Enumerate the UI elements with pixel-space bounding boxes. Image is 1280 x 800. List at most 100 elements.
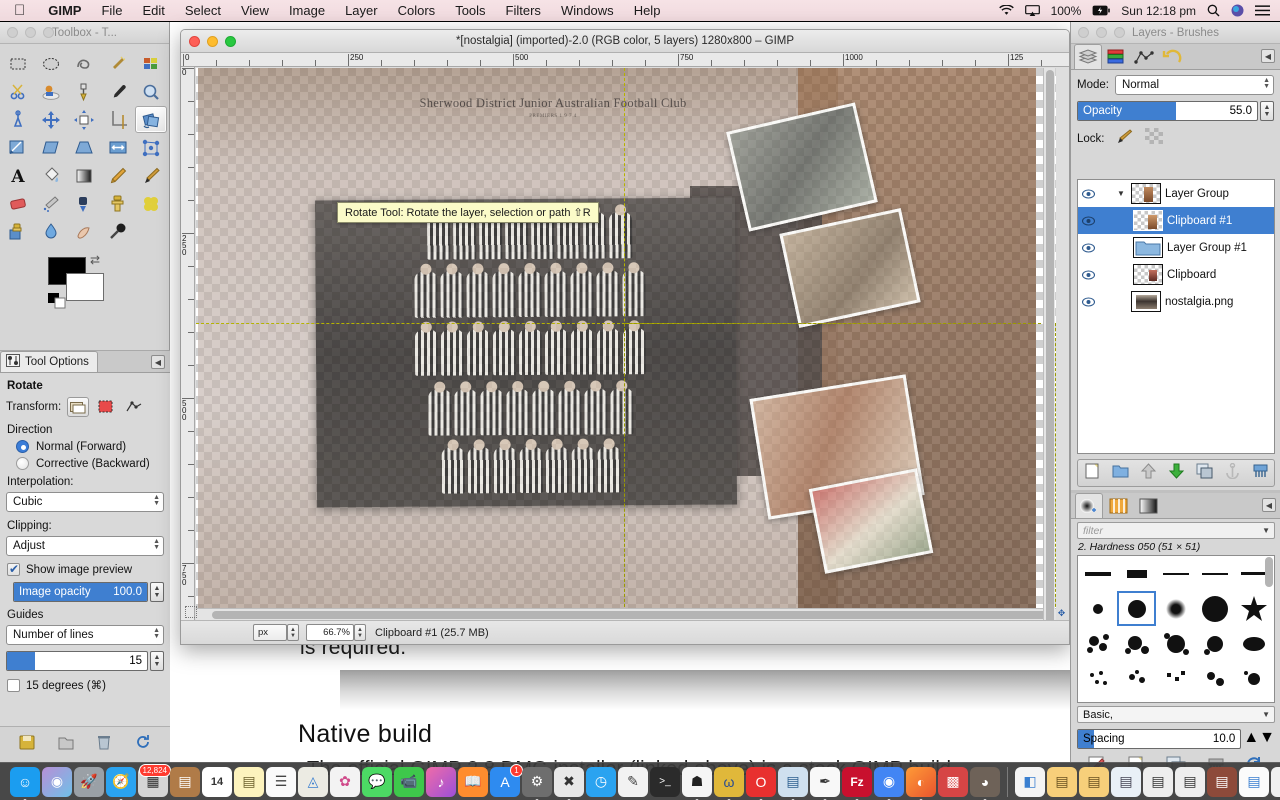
layers-tab[interactable] bbox=[1074, 44, 1102, 69]
brush-item[interactable] bbox=[1078, 696, 1117, 702]
vertical-ruler[interactable]: 0 250 500 750 bbox=[181, 67, 195, 632]
menu-item-filters[interactable]: Filters bbox=[496, 3, 551, 18]
number-of-lines-row[interactable]: 15 ▲ ▼ bbox=[6, 651, 164, 671]
brush-item[interactable] bbox=[1156, 696, 1195, 702]
layer-row-layer-group[interactable]: ▼ Layer Group bbox=[1078, 180, 1274, 207]
brush-item[interactable] bbox=[1117, 556, 1156, 591]
anchor-layer-button[interactable] bbox=[1224, 462, 1241, 484]
paths-tool[interactable] bbox=[68, 78, 100, 105]
brush-spacing-row[interactable]: Spacing 10.0 ▲▼ bbox=[1077, 729, 1275, 749]
contacts-icon[interactable]: ▤ bbox=[170, 766, 200, 797]
image-window-titlebar[interactable]: *[nostalgia] (imported)-2.0 (RGB color, … bbox=[181, 30, 1069, 53]
minimized-window-3[interactable]: ▤ bbox=[1111, 766, 1141, 797]
brush-item[interactable] bbox=[1078, 591, 1117, 626]
canvas-horizontal-scrollbar[interactable] bbox=[196, 608, 1056, 620]
canvas-vertical-scrollbar[interactable] bbox=[1043, 68, 1055, 632]
wifi-icon[interactable] bbox=[998, 5, 1014, 16]
direction-option-corrective[interactable]: Corrective (Backward) bbox=[16, 457, 164, 470]
maps-icon[interactable]: ◬ bbox=[298, 766, 328, 797]
reset-tool-options-button[interactable] bbox=[134, 733, 152, 756]
toolbox-titlebar[interactable]: Toolbox - T... bbox=[0, 22, 169, 44]
scale-tool[interactable] bbox=[2, 134, 34, 161]
interpolation-select[interactable]: Cubic ▲ ▼ bbox=[6, 492, 164, 512]
brush-item[interactable] bbox=[1156, 556, 1195, 591]
brush-item[interactable] bbox=[1235, 661, 1274, 696]
ink-tool[interactable] bbox=[68, 190, 100, 217]
brush-filter-input[interactable]: filter ▼ bbox=[1077, 522, 1275, 539]
brush-item[interactable] bbox=[1156, 591, 1195, 626]
siri-icon[interactable] bbox=[1231, 4, 1244, 17]
new-layer-group-button[interactable] bbox=[1112, 463, 1129, 484]
restore-tool-options-button[interactable] bbox=[57, 733, 75, 756]
save-tool-options-button[interactable] bbox=[18, 733, 36, 756]
lock-alpha-button[interactable] bbox=[1144, 128, 1163, 149]
clipping-select[interactable]: Adjust ▲ ▼ bbox=[6, 536, 164, 556]
guides-spin-icon[interactable]: ▲ ▼ bbox=[153, 627, 160, 640]
swap-colors-icon[interactable]: ⇄ bbox=[90, 253, 100, 267]
brushes-collapse-button[interactable]: ◀ bbox=[1262, 498, 1276, 512]
gradients-tab[interactable] bbox=[1135, 493, 1163, 518]
smudge-tool[interactable] bbox=[68, 218, 100, 245]
scissors-select-tool[interactable] bbox=[2, 78, 34, 105]
brush-item[interactable] bbox=[1156, 626, 1195, 661]
menu-item-gimp[interactable]: GIMP bbox=[38, 3, 91, 18]
menubar-clock[interactable]: Sun 12:18 pm bbox=[1121, 4, 1196, 18]
notification-center-icon[interactable] bbox=[1255, 5, 1270, 16]
shear-tool[interactable] bbox=[35, 134, 67, 161]
airbrush-tool[interactable] bbox=[35, 190, 67, 217]
select-by-color-tool[interactable] bbox=[135, 50, 167, 77]
layer-visibility-icon[interactable] bbox=[1081, 242, 1095, 253]
notes-icon[interactable]: ▤ bbox=[234, 766, 264, 797]
itunes-icon[interactable]: ♪ bbox=[426, 766, 456, 797]
brush-item[interactable] bbox=[1117, 661, 1156, 696]
apple-icon[interactable]:  bbox=[0, 3, 38, 18]
clipping-spin-icon[interactable]: ▲ ▼ bbox=[153, 538, 160, 551]
brush-item[interactable] bbox=[1196, 591, 1235, 626]
brush-spacing-slider[interactable]: Spacing 10.0 bbox=[1077, 729, 1242, 749]
textedit-icon[interactable]: ✎ bbox=[618, 766, 648, 797]
alignment-tool[interactable] bbox=[68, 106, 100, 133]
hex-editor-icon[interactable]: ☗ bbox=[682, 766, 712, 797]
new-layer-button[interactable] bbox=[1084, 463, 1101, 484]
brush-item[interactable] bbox=[1078, 556, 1117, 591]
fuzzy-select-tool[interactable] bbox=[102, 50, 134, 77]
unit-select[interactable]: px ▲ ▼ bbox=[253, 624, 299, 641]
zoom-spin-icon[interactable]: ▲ ▼ bbox=[354, 624, 366, 641]
navigation-preview-button[interactable]: ✥ bbox=[1055, 607, 1068, 620]
text-tool[interactable]: A bbox=[2, 162, 34, 189]
paths-tab[interactable] bbox=[1130, 44, 1158, 69]
app-store-icon[interactable]: A1 bbox=[490, 763, 523, 797]
layer-row-clipboard[interactable]: Clipboard bbox=[1078, 261, 1274, 288]
system-preferences-icon[interactable]: ⚙ bbox=[522, 766, 552, 797]
brush-item[interactable] bbox=[1156, 661, 1195, 696]
pencil-tool[interactable] bbox=[102, 162, 134, 189]
menu-item-windows[interactable]: Windows bbox=[551, 3, 624, 18]
minimized-window-7[interactable]: ▤ bbox=[1239, 766, 1269, 797]
rotate-tool[interactable] bbox=[134, 106, 167, 133]
layer-group-expander-icon[interactable]: ▼ bbox=[1115, 189, 1127, 198]
zoom-tool[interactable] bbox=[135, 78, 167, 105]
preview-icon[interactable]: ▤ bbox=[778, 766, 808, 797]
brush-item[interactable] bbox=[1117, 696, 1156, 702]
photos-app-icon[interactable]: ▦ 12,824 bbox=[138, 763, 171, 797]
channels-tab[interactable] bbox=[1102, 44, 1130, 69]
menu-item-tools[interactable]: Tools bbox=[445, 3, 495, 18]
brush-item[interactable] bbox=[1196, 626, 1235, 661]
opera-icon[interactable]: O bbox=[746, 766, 776, 797]
perspective-clone-tool[interactable] bbox=[2, 218, 34, 245]
minimized-window-2[interactable]: ▤ bbox=[1079, 766, 1109, 797]
facetime-icon[interactable]: 📹 bbox=[394, 766, 424, 797]
airplay-icon[interactable] bbox=[1024, 4, 1040, 17]
delete-layer-button[interactable] bbox=[1252, 463, 1269, 484]
transform-layer-button[interactable] bbox=[67, 397, 90, 417]
brush-tag-select[interactable]: Basic, ▼ bbox=[1077, 706, 1275, 723]
tab-tool-options[interactable]: Tool Options bbox=[0, 351, 98, 372]
minimized-window-6[interactable]: ▤ bbox=[1207, 766, 1237, 797]
document-window-icon[interactable]: ◧ bbox=[1015, 766, 1045, 797]
brush-item[interactable] bbox=[1078, 661, 1117, 696]
patterns-tab[interactable] bbox=[1105, 493, 1133, 518]
minimized-window-8[interactable]: ▤ bbox=[1271, 766, 1280, 797]
dock-titlebar[interactable]: Layers - Brushes bbox=[1071, 22, 1280, 44]
direction-option-normal[interactable]: Normal (Forward) bbox=[16, 440, 164, 453]
horizontal-ruler[interactable]: 0 250 500 750 1000 125 bbox=[181, 53, 1069, 67]
